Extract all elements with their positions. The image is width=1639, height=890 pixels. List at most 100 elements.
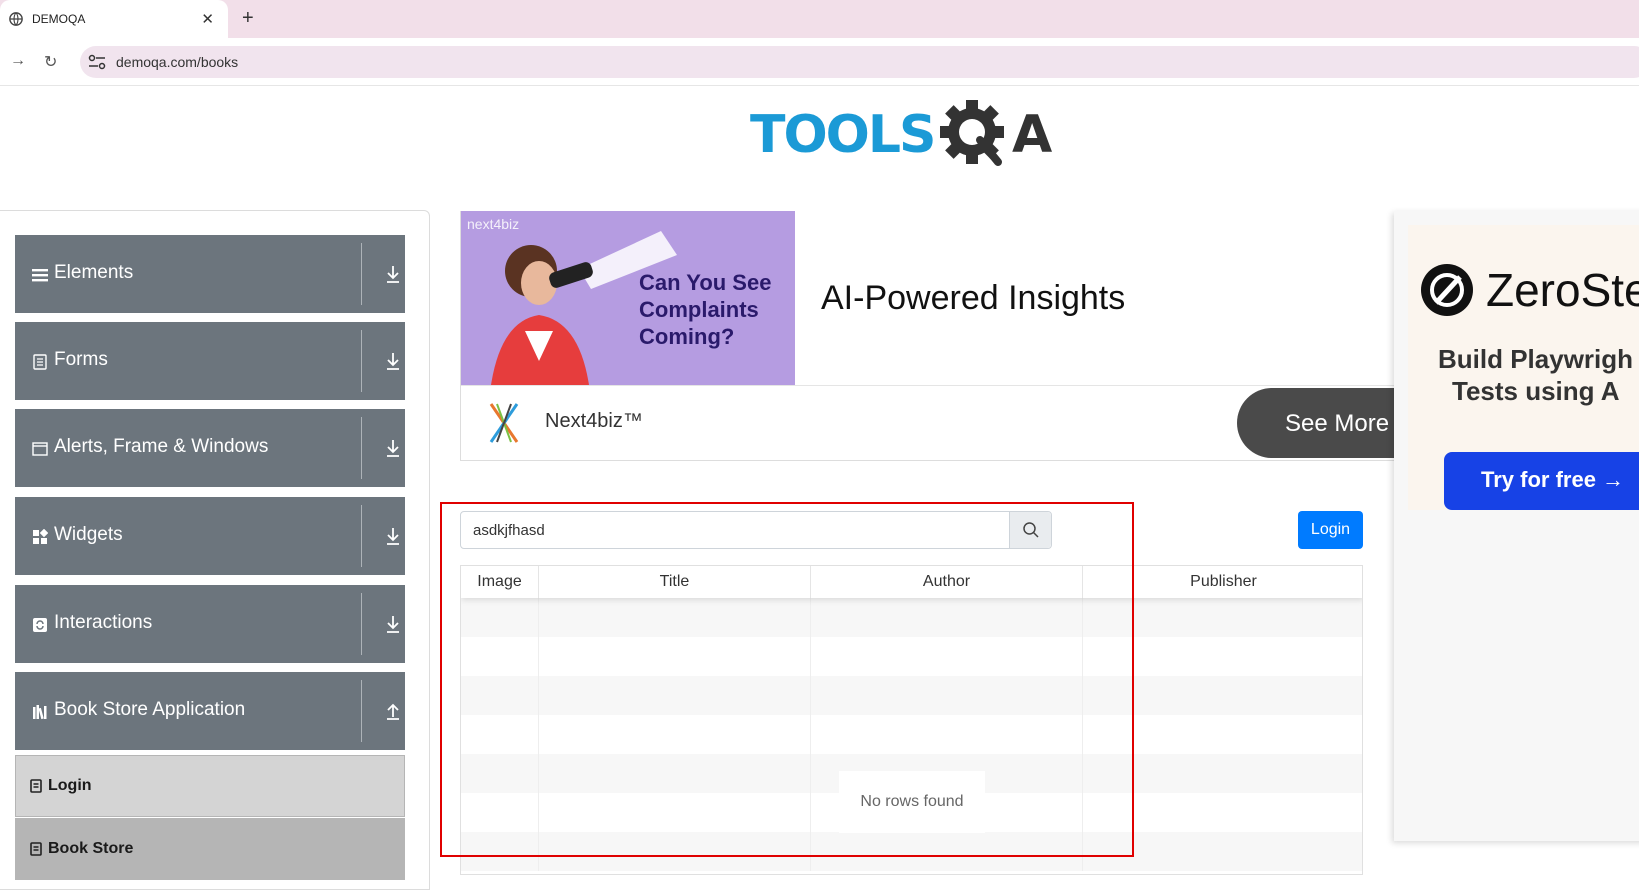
group-label: Widgets <box>54 524 123 545</box>
ad-headline[interactable]: AI-Powered Insights <box>821 279 1125 318</box>
logo-tools-text: TOOLS <box>750 105 934 165</box>
forward-icon[interactable]: → <box>10 52 26 70</box>
ad-image-text: Can You See Complaints Coming? <box>639 270 772 349</box>
ad-image[interactable]: next4biz Can You See Complaints Coming? <box>461 211 795 385</box>
table-cell <box>461 598 539 637</box>
group-divider <box>361 505 362 567</box>
sidebar-group-elements[interactable]: Elements <box>15 235 405 313</box>
zerostep-logo-icon <box>1421 264 1473 316</box>
download-arrow-icon[interactable] <box>385 614 401 634</box>
sidebar-group-forms[interactable]: Forms <box>15 322 405 400</box>
logo-a-text: A <box>1012 105 1052 165</box>
sidebar-group-alerts[interactable]: Alerts, Frame & Windows <box>15 409 405 487</box>
document-icon <box>33 354 47 370</box>
download-arrow-icon[interactable] <box>385 526 401 546</box>
column-header-author[interactable]: Author <box>811 566 1083 598</box>
sidebar-item-label: Book Store <box>48 840 134 857</box>
sidebar-item-book-store[interactable]: Book Store <box>15 818 405 880</box>
tab-title: DEMOQA <box>32 12 86 26</box>
table-cell <box>539 637 811 676</box>
toolsqa-logo[interactable]: TOOLS A <box>750 100 1080 180</box>
table-cell <box>461 832 539 871</box>
table-row <box>461 637 1362 676</box>
site-settings-icon[interactable] <box>87 53 107 71</box>
sidebar-group-interactions[interactable]: Interactions <box>15 585 405 663</box>
table-cell <box>1083 754 1362 793</box>
group-divider <box>361 680 362 742</box>
address-bar: → ↻ demoqa.com/books <box>0 38 1639 86</box>
next4biz-logo-icon <box>489 403 519 443</box>
search-button[interactable] <box>1009 512 1051 548</box>
table-cell <box>461 754 539 793</box>
sidebar-item-login[interactable]: Login <box>15 755 405 817</box>
table-cell <box>1083 832 1362 871</box>
right-ad-card[interactable]: ZeroSte Build Playwrigh Tests using A Tr… <box>1408 225 1639 510</box>
table-cell <box>1083 715 1362 754</box>
reload-icon[interactable]: ↻ <box>44 52 57 72</box>
group-label: Alerts, Frame & Windows <box>54 436 269 457</box>
table-cell <box>1083 598 1362 637</box>
search-box <box>460 511 1052 549</box>
table-cell <box>461 676 539 715</box>
globe-icon <box>9 12 23 26</box>
new-tab-icon[interactable]: + <box>242 7 254 30</box>
sidebar-item-label: Login <box>48 777 92 794</box>
url-text[interactable]: demoqa.com/books <box>116 54 238 70</box>
table-cell <box>539 754 811 793</box>
table-cell <box>811 676 1083 715</box>
interactions-icon <box>33 618 47 632</box>
tab-close-icon[interactable]: ✕ <box>201 10 214 28</box>
table-cell <box>811 715 1083 754</box>
widgets-icon <box>33 529 48 544</box>
gear-magnifier-icon <box>940 100 1004 166</box>
sidebar-group-book-store-application[interactable]: Book Store Application <box>15 672 405 750</box>
login-button[interactable]: Login <box>1298 511 1363 549</box>
window-icon <box>32 442 48 456</box>
table-cell <box>539 598 811 637</box>
table-cell <box>1083 793 1362 832</box>
right-ad-body: Build Playwrigh Tests using A <box>1438 343 1639 407</box>
search-input[interactable] <box>461 512 1011 548</box>
table-cell <box>1083 676 1362 715</box>
search-icon <box>1023 522 1039 538</box>
group-divider <box>361 593 362 655</box>
ad-banner[interactable]: next4biz Can You See Complaints Coming? … <box>460 211 1437 461</box>
browser-tab[interactable]: DEMOQA ✕ <box>0 0 228 38</box>
table-cell <box>539 715 811 754</box>
upload-arrow-icon[interactable] <box>385 701 401 721</box>
list-icon <box>30 842 42 856</box>
group-label: Elements <box>54 262 134 283</box>
right-ad[interactable]: ZeroSte Build Playwrigh Tests using A Tr… <box>1394 211 1639 841</box>
download-arrow-icon[interactable] <box>385 351 401 371</box>
no-rows-message: No rows found <box>839 771 985 833</box>
right-ad-brand: ZeroSte <box>1486 264 1639 316</box>
column-header-image[interactable]: Image <box>461 566 539 598</box>
table-cell <box>461 637 539 676</box>
table-cell <box>539 793 811 832</box>
table-row <box>461 598 1362 637</box>
right-ad-body-line1: Build Playwrigh <box>1438 344 1634 374</box>
list-icon <box>30 779 42 793</box>
ad-footer: Next4biz™ See More <box>461 385 1437 461</box>
sidebar-group-widgets[interactable]: Widgets <box>15 497 405 575</box>
try-for-free-button[interactable]: Try for free → <box>1444 452 1639 510</box>
table-header: Image Title Author Publisher <box>461 566 1362 598</box>
ad-brand: Next4biz™ <box>545 410 643 432</box>
group-label: Book Store Application <box>54 699 246 720</box>
download-arrow-icon[interactable] <box>385 438 401 458</box>
table-cell <box>461 793 539 832</box>
column-header-title[interactable]: Title <box>539 566 811 598</box>
table-cell <box>811 832 1083 871</box>
books-table: Image Title Author Publisher No rows fou… <box>460 565 1363 875</box>
table-cell <box>539 676 811 715</box>
table-cell <box>811 637 1083 676</box>
omnibox[interactable]: demoqa.com/books <box>80 46 1639 78</box>
table-row <box>461 715 1362 754</box>
hamburger-icon <box>32 269 48 282</box>
download-arrow-icon[interactable] <box>385 264 401 284</box>
group-divider <box>361 330 362 392</box>
column-header-publisher[interactable]: Publisher <box>1083 566 1362 598</box>
group-divider <box>361 243 362 305</box>
right-ad-body-line2: Tests using A <box>1452 376 1620 406</box>
table-cell <box>539 832 811 871</box>
